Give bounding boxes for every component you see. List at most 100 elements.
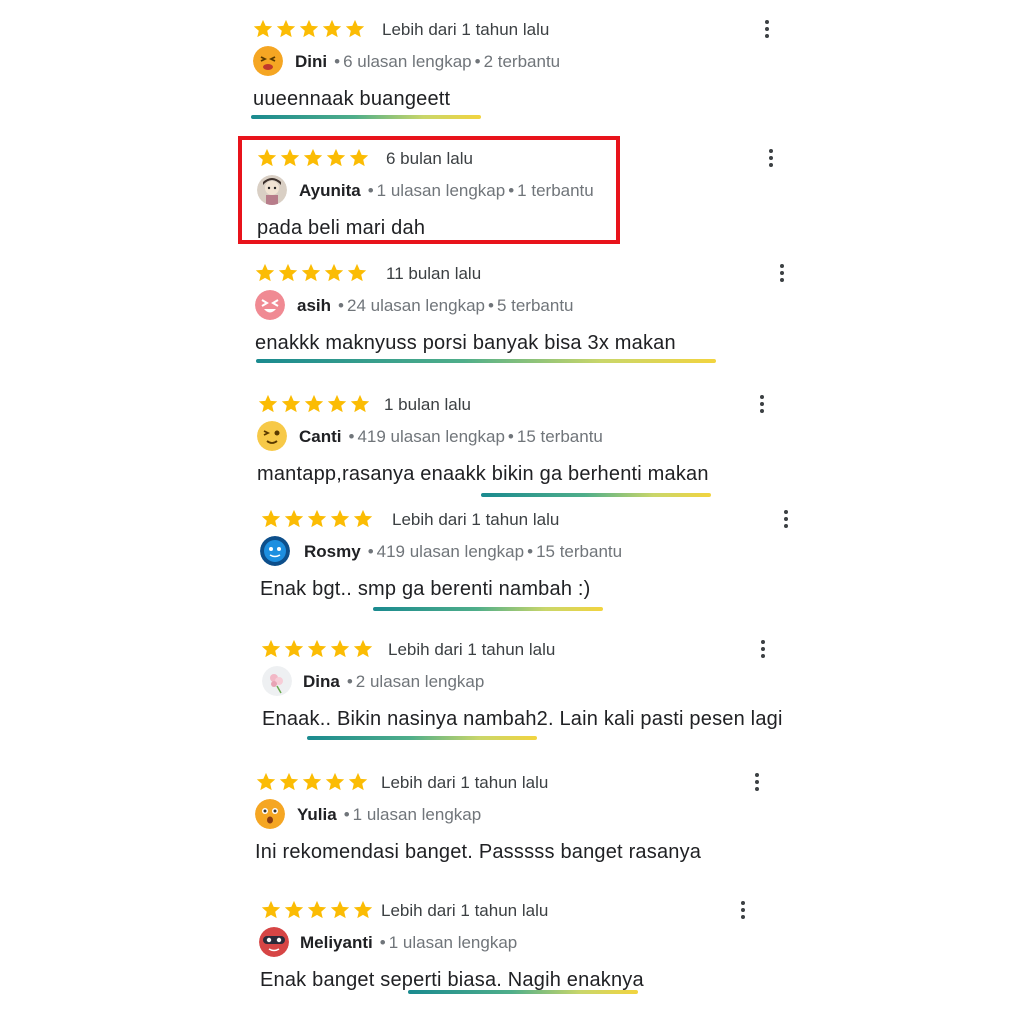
review-text: uueennaak buangeett	[253, 88, 451, 110]
reviewer-name[interactable]: asih	[297, 296, 331, 315]
winking-face-avatar-icon[interactable]	[257, 421, 287, 451]
review-text: Enaak.. Bikin nasinya nambah2. Lain kali…	[262, 708, 783, 730]
star-icon	[325, 772, 345, 791]
star-icon	[279, 772, 299, 791]
review-text: mantapp,rasanya enaakk bikin ga berhenti…	[257, 463, 709, 485]
star-rating	[260, 899, 374, 925]
review-text: Enak banget seperti biasa. Nagih enaknya	[260, 969, 644, 991]
smiling-face-avatar-icon[interactable]	[253, 46, 283, 76]
text-underline	[408, 990, 638, 994]
reviewer-name[interactable]: Dina	[303, 672, 340, 691]
star-icon	[278, 263, 298, 282]
review-card: 11 bulan lalu asih • 24 ulasan lengkap • 5 t…	[0, 262, 1024, 382]
masked-face-avatar-icon[interactable]	[259, 927, 289, 957]
star-icon	[330, 639, 350, 658]
review-date: Lebih dari 1 tahun lalu	[381, 773, 549, 792]
star-icon	[307, 639, 327, 658]
text-underline	[307, 736, 537, 740]
more-options-icon[interactable]	[776, 504, 796, 534]
star-icon	[307, 900, 327, 919]
star-rating	[254, 262, 368, 288]
more-options-icon[interactable]	[752, 389, 772, 419]
review-card: Lebih dari 1 tahun lalu Meliyanti • 1 ulas…	[0, 899, 1024, 1019]
review-date: Lebih dari 1 tahun lalu	[388, 640, 556, 659]
more-options-icon[interactable]	[772, 258, 792, 288]
more-options-icon[interactable]	[761, 143, 781, 173]
review-text: Ini rekomendasi banget. Passsss banget r…	[255, 841, 702, 863]
star-icon	[301, 263, 321, 282]
review-count: 2 ulasan lengkap	[355, 672, 485, 691]
review-count: 24 ulasan lengkap	[346, 296, 485, 315]
review-count: 419 ulasan lengkap	[376, 542, 525, 561]
review-card: Lebih dari 1 tahun lalu Dina • 2 ulasan le…	[0, 638, 1024, 758]
text-underline	[251, 115, 481, 119]
helpful-count: 15 terbantu	[516, 427, 603, 446]
review-count: 419 ulasan lengkap	[357, 427, 505, 446]
review-text: enakkk maknyuss porsi banyak bisa 3x mak…	[255, 332, 676, 354]
star-icon	[256, 772, 276, 791]
review-date: Lebih dari 1 tahun lalu	[392, 510, 560, 529]
star-rating	[260, 508, 374, 534]
star-icon	[353, 900, 373, 919]
star-icon	[261, 639, 281, 658]
star-rating	[260, 638, 374, 664]
review-count: 1 ulasan lengkap	[388, 933, 518, 952]
star-icon	[255, 263, 275, 282]
review-card: 1 bulan lalu Canti • 419 ulasan lengkap • 15…	[0, 393, 1024, 513]
review-date: 11 bulan lalu	[386, 264, 482, 283]
reviewer-name[interactable]: Meliyanti	[300, 933, 373, 952]
star-icon	[261, 900, 281, 919]
review-count: 1 ulasan lengkap	[352, 805, 482, 824]
star-icon	[284, 639, 304, 658]
star-icon	[281, 394, 301, 413]
review-text: Enak bgt.. smp ga berenti nambah :)	[260, 578, 591, 600]
reviewer-meta: Rosmy • 419 ulasan lengkap • 15 terbantu	[304, 542, 623, 561]
more-options-icon[interactable]	[757, 14, 777, 44]
review-count: 6 ulasan lengkap	[343, 52, 472, 71]
star-icon	[324, 263, 344, 282]
star-icon	[327, 394, 347, 413]
star-icon	[330, 900, 350, 919]
reviewer-meta: Meliyanti • 1 ulasan lengkap	[300, 933, 518, 952]
star-icon	[261, 509, 281, 528]
reviewer-meta: Canti • 419 ulasan lengkap • 15 terbantu	[299, 427, 603, 446]
helpful-count: 5 terbantu	[496, 296, 574, 315]
more-options-icon[interactable]	[733, 895, 753, 925]
text-underline	[373, 607, 603, 611]
star-icon	[348, 772, 368, 791]
flower-avatar-icon[interactable]	[262, 666, 292, 696]
star-rating	[255, 771, 369, 797]
star-icon	[322, 19, 342, 38]
laughing-face-avatar-icon[interactable]	[255, 290, 285, 320]
review-card: Lebih dari 1 tahun lalu Yulia • 1 ulasan l…	[0, 771, 1024, 891]
blue-face-avatar-icon[interactable]	[260, 536, 290, 566]
star-icon	[353, 639, 373, 658]
reviewer-meta: Yulia • 1 ulasan lengkap	[297, 805, 482, 824]
highlight-box	[238, 136, 620, 244]
star-rating	[257, 393, 371, 419]
star-icon	[345, 19, 365, 38]
more-options-icon[interactable]	[753, 634, 773, 664]
star-icon	[284, 509, 304, 528]
surprised-face-avatar-icon[interactable]	[255, 799, 285, 829]
star-icon	[304, 394, 324, 413]
star-icon	[330, 509, 350, 528]
star-icon	[307, 509, 327, 528]
star-icon	[258, 394, 278, 413]
star-icon	[284, 900, 304, 919]
star-icon	[302, 772, 322, 791]
reviewer-name[interactable]: Dini	[295, 52, 327, 71]
star-icon	[299, 19, 319, 38]
star-icon	[276, 19, 296, 38]
text-underline	[256, 359, 716, 363]
review-date: Lebih dari 1 tahun lalu	[382, 20, 550, 39]
star-icon	[350, 394, 370, 413]
reviewer-name[interactable]: Rosmy	[304, 542, 361, 561]
more-options-icon[interactable]	[747, 767, 767, 797]
reviewer-name[interactable]: Yulia	[297, 805, 337, 824]
helpful-count: 15 terbantu	[536, 542, 623, 561]
review-card: Lebih dari 1 tahun lalu Dini • 6 ulasan le…	[0, 18, 1024, 138]
reviewer-meta: asih • 24 ulasan lengkap • 5 terbantu	[297, 296, 574, 315]
reviewer-name[interactable]: Canti	[299, 427, 342, 446]
helpful-count: 2 terbantu	[483, 52, 561, 71]
